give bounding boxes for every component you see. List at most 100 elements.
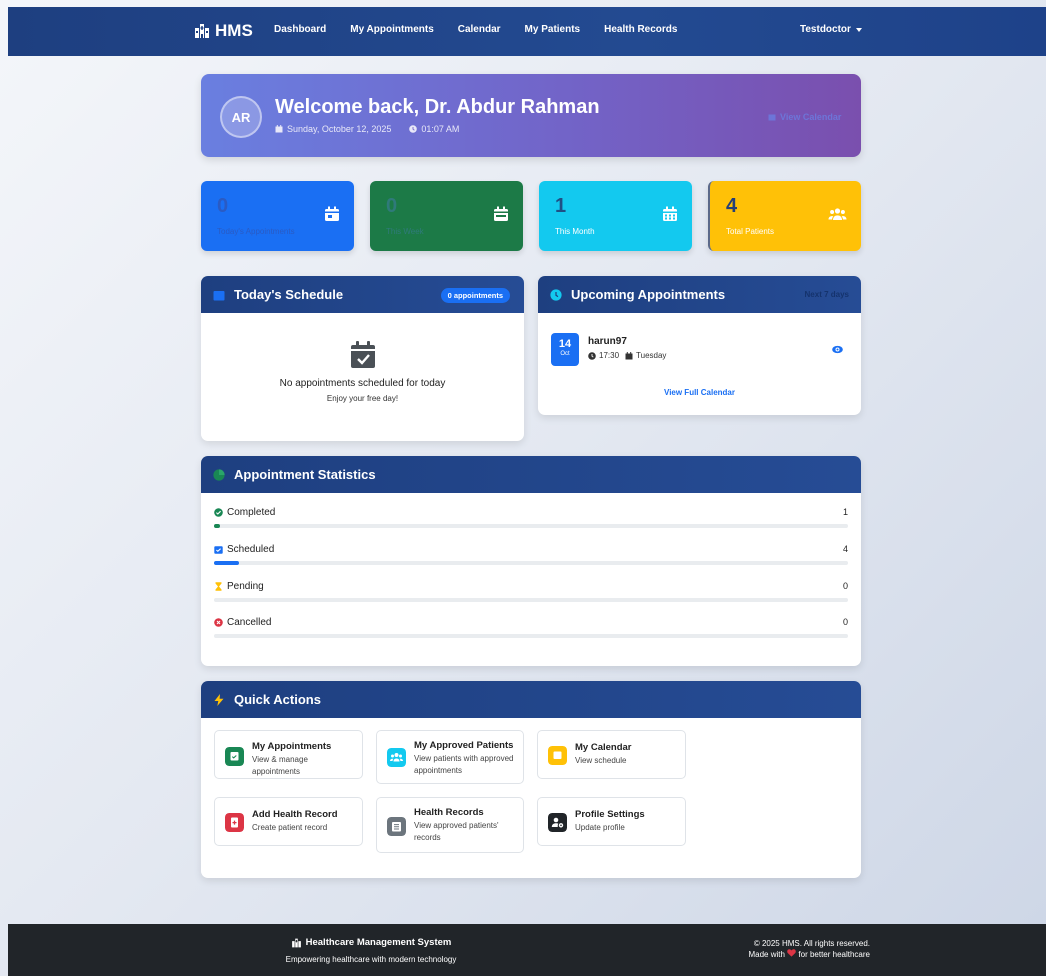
- qa-my-calendar[interactable]: My Calendar View schedule: [537, 730, 686, 779]
- stat-row-label: Scheduled: [214, 544, 848, 555]
- stat-label: This Month: [555, 227, 595, 236]
- panel-header: Appointment Statistics: [201, 456, 861, 493]
- footer-title-text: Healthcare Management System: [305, 937, 452, 948]
- welcome-title: Welcome back, Dr. Abdur Rahman: [275, 96, 600, 118]
- stat-label: Today's Appointments: [217, 227, 295, 236]
- stat-label: This Week: [386, 227, 424, 236]
- appointment-item[interactable]: 14 Oct harun97 17:30 Tuesday: [551, 333, 666, 366]
- check-circle-icon: [214, 508, 223, 517]
- calendar-icon: [625, 351, 633, 359]
- stat-row-scheduled: Scheduled 4: [214, 544, 848, 565]
- stat-card-month: 1 This Month: [539, 181, 692, 251]
- clock-icon: [550, 288, 562, 301]
- list-icon: [387, 817, 406, 836]
- qa-title: Profile Settings: [575, 809, 645, 820]
- schedule-body: No appointments scheduled for today Enjo…: [201, 341, 524, 403]
- appointment-day: 14: [558, 338, 572, 350]
- calendar-day-icon: [325, 206, 339, 221]
- nav-links: Dashboard My Appointments Calendar My Pa…: [274, 24, 701, 35]
- calendar-month-icon: [663, 206, 677, 221]
- chevron-down-icon: [855, 27, 862, 32]
- label-text: Cancelled: [227, 617, 272, 628]
- nav-my-patients[interactable]: My Patients: [525, 24, 581, 35]
- qa-desc: Update profile: [575, 823, 625, 832]
- quick-actions-panel: Quick Actions My Appointments View & man…: [201, 681, 861, 878]
- progress-bar: [214, 634, 848, 638]
- panel-header: Quick Actions: [201, 681, 861, 718]
- stat-row-count: 0: [842, 581, 848, 591]
- progress-bar: [214, 598, 848, 602]
- label-text: Pending: [227, 581, 264, 592]
- view-calendar-button[interactable]: View Calendar: [768, 112, 841, 122]
- panel-title: Today's Schedule: [234, 287, 344, 302]
- label-text: Completed: [227, 507, 276, 518]
- stat-row-count: 0: [842, 617, 848, 627]
- progress-fill: [214, 561, 240, 565]
- clock-icon: [588, 351, 596, 360]
- x-circle-icon: [214, 618, 223, 627]
- todays-schedule-panel: Today's Schedule 0 appointments No appoi…: [201, 276, 524, 441]
- eye-icon[interactable]: [832, 344, 843, 355]
- calendar-check-icon: [214, 546, 223, 554]
- qa-profile-settings[interactable]: Profile Settings Update profile: [537, 797, 686, 846]
- calendar-check-icon: [350, 341, 375, 368]
- qa-desc: Create patient record: [252, 823, 328, 832]
- pie-chart-icon: [213, 468, 225, 481]
- welcome-time: 01:07 AM: [421, 124, 460, 134]
- qa-desc: View patients with approved appointments: [414, 754, 514, 775]
- empty-state-subtitle: Enjoy your free day!: [326, 394, 399, 403]
- qa-desc: View schedule: [575, 756, 627, 765]
- upcoming-appointments-panel: Upcoming Appointments Next 7 days 14 Oct…: [538, 276, 861, 415]
- view-full-calendar-link[interactable]: View Full Calendar: [538, 388, 861, 397]
- welcome-banner: AR Welcome back, Dr. Abdur Rahman Sunday…: [201, 74, 861, 157]
- calendar-icon: [275, 125, 283, 133]
- stat-row-label: Completed: [214, 507, 848, 518]
- nav-dashboard[interactable]: Dashboard: [274, 24, 326, 35]
- welcome-meta: Sunday, October 12, 2025 01:07 AM: [275, 124, 459, 134]
- made-with-prefix: Made with: [748, 950, 785, 959]
- calendar-icon: [768, 114, 776, 121]
- footer-tagline: Empowering healthcare with modern techno…: [285, 955, 457, 964]
- progress-bar: [214, 524, 848, 528]
- user-gear-icon: [548, 813, 567, 832]
- appointment-weekday: Tuesday: [636, 351, 667, 360]
- appointment-time: 17:30: [599, 351, 620, 360]
- calendar-icon: [548, 746, 567, 765]
- stat-row-cancelled: Cancelled 0: [214, 617, 848, 638]
- footer-title: Healthcare Management System: [266, 937, 476, 948]
- qa-title: My Calendar: [575, 742, 632, 753]
- nav-health-records[interactable]: Health Records: [604, 24, 677, 35]
- qa-my-approved-patients[interactable]: My Approved Patients View patients with …: [376, 730, 524, 784]
- qa-title: My Approved Patients: [414, 740, 514, 751]
- panel-header: Today's Schedule 0 appointments: [201, 276, 524, 313]
- date-box: 14 Oct: [551, 333, 579, 366]
- users-icon: [828, 208, 847, 220]
- appointments-badge: 0 appointments: [440, 288, 510, 303]
- view-calendar-label: View Calendar: [780, 112, 842, 122]
- navbar: HMS Dashboard My Appointments Calendar M…: [8, 7, 1046, 56]
- brand[interactable]: HMS: [194, 21, 253, 41]
- stat-card-today: 0 Today's Appointments: [201, 181, 354, 251]
- panel-title: Appointment Statistics: [234, 467, 376, 482]
- label-text: Scheduled: [227, 544, 275, 555]
- stat-label: Total Patients: [726, 227, 775, 236]
- panel-title: Quick Actions: [234, 692, 321, 707]
- appointment-meta: 17:30 Tuesday: [588, 351, 666, 360]
- qa-desc: View approved patients' records: [414, 821, 499, 842]
- nav-my-appointments[interactable]: My Appointments: [350, 24, 434, 35]
- brand-name: HMS: [215, 21, 253, 40]
- stat-row-completed: Completed 1: [214, 507, 848, 528]
- qa-title: Health Records: [414, 807, 484, 818]
- nav-calendar[interactable]: Calendar: [458, 24, 501, 35]
- footer: Healthcare Management System Empowering …: [8, 924, 1046, 976]
- user-menu[interactable]: Testdoctor: [800, 24, 862, 35]
- qa-my-appointments[interactable]: My Appointments View & manage appointmen…: [214, 730, 363, 779]
- qa-title: My Appointments: [252, 741, 332, 752]
- appointment-statistics-panel: Appointment Statistics Completed 1 Sched…: [201, 456, 861, 666]
- clock-icon: [409, 125, 418, 133]
- qa-health-records[interactable]: Health Records View approved patients' r…: [376, 797, 524, 853]
- stat-row-count: 4: [842, 544, 848, 554]
- progress-bar: [214, 561, 848, 565]
- made-with-suffix: for better healthcare: [798, 950, 870, 959]
- qa-add-health-record[interactable]: Add Health Record Create patient record: [214, 797, 363, 846]
